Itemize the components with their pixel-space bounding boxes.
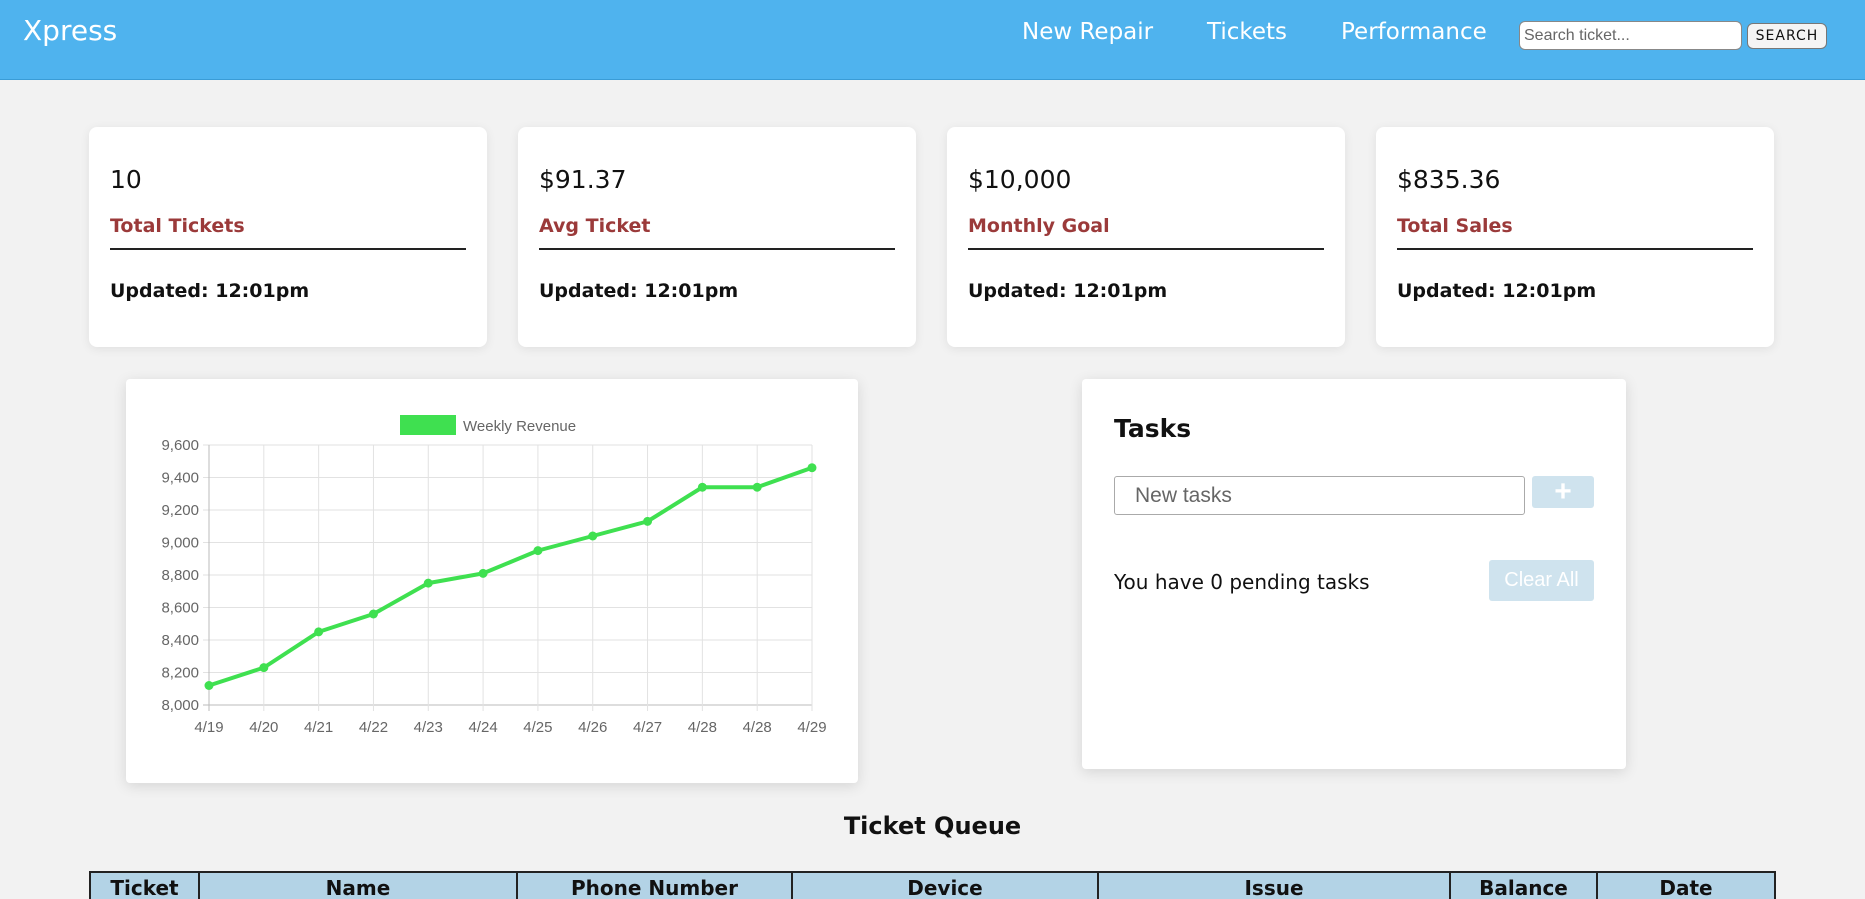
data-point xyxy=(643,516,653,526)
y-tick-label: 9,000 xyxy=(161,535,199,552)
pending-tasks-text: You have 0 pending tasks xyxy=(1114,570,1370,594)
stat-value: $10,000 xyxy=(968,165,1072,194)
plus-icon: + xyxy=(1554,475,1572,508)
data-point xyxy=(423,578,433,588)
x-tick-label: 4/27 xyxy=(633,719,662,736)
ticket-queue-table: Ticket Name Phone Number Device Issue Ba… xyxy=(89,871,1776,899)
data-point xyxy=(588,531,598,541)
table-header-row: Ticket Name Phone Number Device Issue Ba… xyxy=(89,871,1776,899)
column-header-date[interactable]: Date xyxy=(1596,871,1776,899)
legend-swatch xyxy=(400,415,456,435)
stat-updated: Updated: 12:01pm xyxy=(968,280,1168,302)
data-point xyxy=(478,568,488,578)
stat-label: Avg Ticket xyxy=(539,215,651,237)
column-header-issue[interactable]: Issue xyxy=(1097,871,1451,899)
clear-all-button[interactable]: Clear All xyxy=(1489,560,1594,601)
y-tick-label: 9,200 xyxy=(161,502,199,519)
stat-label: Total Tickets xyxy=(110,215,245,237)
add-task-button[interactable]: + xyxy=(1532,476,1594,508)
new-task-input[interactable] xyxy=(1114,476,1525,515)
stat-card-total-tickets: 10 Total Tickets Updated: 12:01pm xyxy=(89,127,487,347)
x-tick-label: 4/24 xyxy=(468,719,497,736)
stat-updated: Updated: 12:01pm xyxy=(539,280,739,302)
divider xyxy=(968,248,1324,250)
y-tick-label: 8,200 xyxy=(161,665,199,682)
x-tick-label: 4/19 xyxy=(194,719,223,736)
stat-label: Monthly Goal xyxy=(968,215,1110,237)
y-tick-label: 8,000 xyxy=(161,697,199,714)
stat-card-total-sales: $835.36 Total Sales Updated: 12:01pm xyxy=(1376,127,1774,347)
data-point xyxy=(259,663,269,673)
y-tick-label: 9,600 xyxy=(161,437,199,454)
column-header-phone[interactable]: Phone Number xyxy=(516,871,793,899)
x-tick-label: 4/28 xyxy=(688,719,717,736)
data-point xyxy=(314,627,324,637)
ticket-queue-title: Ticket Queue xyxy=(843,812,1022,840)
x-tick-label: 4/29 xyxy=(797,719,826,736)
divider xyxy=(1397,248,1753,250)
column-header-balance[interactable]: Balance xyxy=(1449,871,1598,899)
revenue-chart-panel: 9,600 9,400 9,200 9,000 8,800 8,600 8,400 8,200… xyxy=(126,379,858,783)
divider xyxy=(110,248,466,250)
data-point xyxy=(368,609,378,619)
divider xyxy=(539,248,895,250)
y-tick-label: 8,600 xyxy=(161,600,199,617)
tasks-panel: Tasks + You have 0 pending tasks Clear A… xyxy=(1082,379,1626,769)
y-tick-label: 8,400 xyxy=(161,632,199,649)
search-button[interactable]: SEARCH xyxy=(1747,23,1827,49)
data-point xyxy=(752,482,762,492)
stat-label: Total Sales xyxy=(1397,215,1513,237)
column-header-ticket[interactable]: Ticket xyxy=(89,871,200,899)
data-point xyxy=(807,463,817,473)
data-point xyxy=(204,681,214,690)
series-line xyxy=(208,465,813,688)
x-tick-label: 4/21 xyxy=(304,719,333,736)
nav-new-repair[interactable]: New Repair xyxy=(1022,19,1153,45)
x-tick-label: 4/20 xyxy=(249,719,278,736)
brand-logo[interactable]: Xpress xyxy=(23,14,117,47)
nav-performance[interactable]: Performance xyxy=(1341,19,1487,45)
stat-card-avg-ticket: $91.37 Avg Ticket Updated: 12:01pm xyxy=(518,127,916,347)
top-navbar: Xpress New Repair Tickets Performance SE… xyxy=(0,0,1865,80)
revenue-chart: 9,600 9,400 9,200 9,000 8,800 8,600 8,400 8,200… xyxy=(161,415,827,736)
stat-updated: Updated: 12:01pm xyxy=(110,280,310,302)
stat-updated: Updated: 12:01pm xyxy=(1397,280,1597,302)
y-tick-label: 8,800 xyxy=(161,567,199,584)
data-point xyxy=(533,546,543,556)
column-header-device[interactable]: Device xyxy=(791,871,1099,899)
y-tick-label: 9,400 xyxy=(161,470,199,487)
x-tick-label: 4/26 xyxy=(578,719,607,736)
stat-value: $91.37 xyxy=(539,165,627,194)
data-point xyxy=(697,482,707,492)
nav-tickets[interactable]: Tickets xyxy=(1207,19,1287,45)
legend-label: Weekly Revenue xyxy=(463,418,576,435)
stat-card-monthly-goal: $10,000 Monthly Goal Updated: 12:01pm xyxy=(947,127,1345,347)
x-tick-label: 4/23 xyxy=(414,719,443,736)
search-input[interactable] xyxy=(1519,21,1742,50)
stat-value: $835.36 xyxy=(1397,165,1501,194)
x-tick-label: 4/28 xyxy=(743,719,772,736)
x-tick-label: 4/25 xyxy=(523,719,552,736)
stat-value: 10 xyxy=(110,165,142,194)
column-header-name[interactable]: Name xyxy=(198,871,518,899)
x-tick-label: 4/22 xyxy=(359,719,388,736)
tasks-title: Tasks xyxy=(1114,414,1192,443)
